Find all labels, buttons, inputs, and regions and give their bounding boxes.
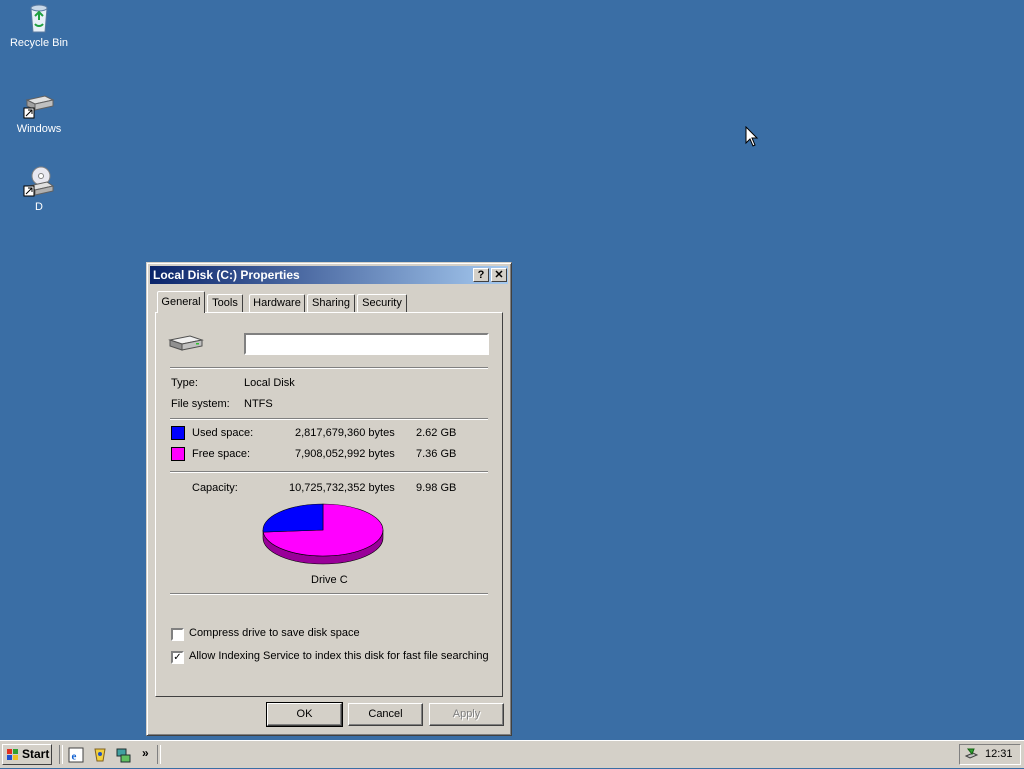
start-button[interactable]: Start bbox=[2, 744, 52, 765]
cancel-button[interactable]: Cancel bbox=[348, 703, 423, 726]
drive-label: Drive C bbox=[311, 574, 348, 586]
indexing-service-label[interactable]: Allow Indexing Service to index this dis… bbox=[189, 650, 489, 662]
svg-text:e: e bbox=[72, 751, 77, 763]
apply-button[interactable]: Apply bbox=[429, 703, 504, 726]
divider bbox=[170, 593, 488, 595]
taskbar-separator bbox=[157, 745, 161, 764]
system-tray: 12:31 bbox=[959, 744, 1021, 765]
tab-sharing[interactable]: Sharing bbox=[307, 294, 355, 312]
file-system-value: NTFS bbox=[244, 398, 273, 410]
free-space-swatch bbox=[171, 447, 185, 461]
properties-dialog: Local Disk (C:) Properties ? ✕ General T… bbox=[146, 262, 512, 736]
outlook-express-icon[interactable] bbox=[92, 747, 108, 763]
ok-button[interactable]: OK bbox=[266, 702, 343, 727]
compress-drive-label[interactable]: Compress drive to save disk space bbox=[189, 627, 360, 639]
desktop-icon-windows[interactable]: Windows bbox=[1, 88, 77, 136]
network-connections-icon[interactable] bbox=[115, 747, 131, 763]
type-value: Local Disk bbox=[244, 377, 295, 389]
used-space-gb: 2.62 GB bbox=[416, 427, 457, 439]
tab-hardware[interactable]: Hardware bbox=[249, 294, 305, 312]
capacity-bytes: 10,725,732,352 bytes bbox=[289, 482, 395, 494]
divider bbox=[170, 418, 488, 420]
capacity-gb: 9.98 GB bbox=[416, 482, 457, 494]
free-space-bytes: 7,908,052,992 bytes bbox=[295, 448, 395, 460]
desktop-icon-label: Windows bbox=[16, 123, 62, 135]
tab-security[interactable]: Security bbox=[357, 294, 407, 312]
hard-drive-icon bbox=[168, 333, 204, 353]
dialog-title: Local Disk (C:) Properties bbox=[153, 268, 300, 282]
desktop-icon-label: D bbox=[35, 201, 43, 213]
quicklaunch-separator bbox=[59, 745, 63, 764]
pie-slice-used bbox=[262, 503, 324, 533]
indexing-service-checkbox[interactable]: ✓ bbox=[171, 651, 184, 664]
used-space-bytes: 2,817,679,360 bytes bbox=[295, 427, 395, 439]
close-button[interactable]: ✕ bbox=[491, 268, 507, 282]
type-label: Type: bbox=[171, 377, 198, 389]
recycle-bin-icon bbox=[23, 2, 55, 34]
capacity-label: Capacity: bbox=[192, 482, 238, 494]
divider bbox=[170, 367, 488, 369]
clock[interactable]: 12:31 bbox=[985, 745, 1013, 764]
quicklaunch-more-chevron[interactable]: » bbox=[142, 746, 149, 760]
used-space-swatch bbox=[171, 426, 185, 440]
compress-drive-checkbox[interactable] bbox=[171, 628, 184, 641]
desktop-icon-label: Recycle Bin bbox=[9, 37, 69, 49]
desktop-icon-recycle-bin[interactable]: Recycle Bin bbox=[1, 2, 77, 50]
mouse-cursor-icon bbox=[745, 125, 759, 148]
divider bbox=[170, 471, 488, 473]
drive-shortcut-icon bbox=[23, 88, 55, 120]
windows-logo-icon bbox=[6, 748, 20, 761]
general-tab-panel: Type: Local Disk File system: NTFS Used … bbox=[155, 312, 503, 697]
dialog-titlebar[interactable]: Local Disk (C:) Properties ? ✕ bbox=[150, 266, 508, 284]
tab-general[interactable]: General bbox=[157, 291, 205, 313]
taskbar: Start e » 12:31 bbox=[0, 740, 1024, 768]
start-label: Start bbox=[22, 747, 50, 761]
file-system-label: File system: bbox=[171, 398, 230, 410]
internet-explorer-icon[interactable]: e bbox=[68, 747, 84, 763]
drive-name-input[interactable] bbox=[244, 333, 489, 355]
help-button[interactable]: ? bbox=[473, 268, 489, 282]
disk-usage-pie-chart bbox=[262, 503, 384, 565]
free-space-gb: 7.36 GB bbox=[416, 448, 457, 460]
tab-tools[interactable]: Tools bbox=[207, 294, 243, 312]
desktop-icon-d[interactable]: D bbox=[1, 166, 77, 214]
free-space-label: Free space: bbox=[192, 448, 251, 460]
cd-drive-shortcut-icon bbox=[23, 166, 55, 198]
safely-remove-hardware-icon[interactable] bbox=[964, 747, 979, 762]
used-space-label: Used space: bbox=[192, 427, 254, 439]
